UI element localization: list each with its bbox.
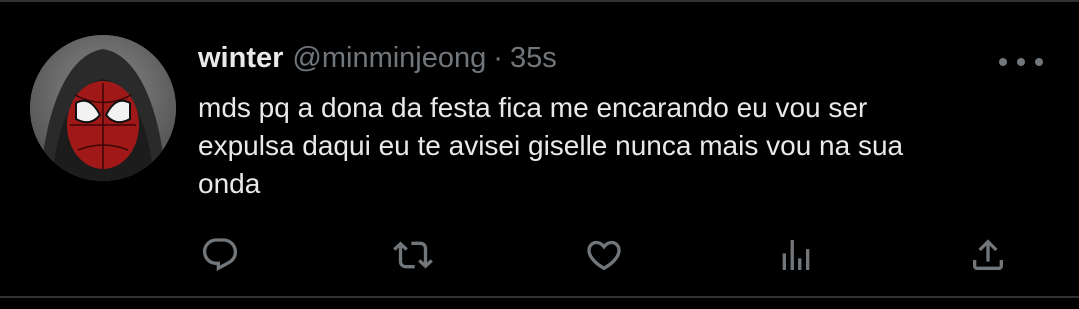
top-divider	[0, 0, 1079, 2]
more-options-button[interactable]	[999, 50, 1043, 74]
timestamp[interactable]: 35s	[510, 42, 557, 75]
share-button[interactable]	[963, 230, 1013, 280]
views-button[interactable]	[771, 230, 821, 280]
tweet-text: mds pq a dona da festa fica me encarando…	[198, 92, 904, 199]
avatar-image	[30, 35, 176, 181]
tweet-header: winter @minminjeong · 35s	[198, 42, 557, 80]
avatar[interactable]	[30, 35, 176, 181]
analytics-icon	[782, 240, 810, 270]
share-icon	[973, 239, 1003, 270]
separator-dot: ·	[493, 42, 503, 74]
action-bar	[0, 230, 1079, 280]
reply-icon	[202, 238, 238, 272]
like-button[interactable]	[579, 230, 629, 280]
bottom-divider	[0, 296, 1079, 298]
retweet-icon	[393, 241, 433, 269]
heart-icon	[587, 240, 621, 271]
author-handle[interactable]: @minminjeong	[292, 42, 486, 75]
retweet-button[interactable]	[388, 230, 438, 280]
author-name[interactable]: winter	[198, 42, 283, 75]
reply-button[interactable]	[195, 230, 245, 280]
more-horizontal-icon	[999, 58, 1007, 66]
